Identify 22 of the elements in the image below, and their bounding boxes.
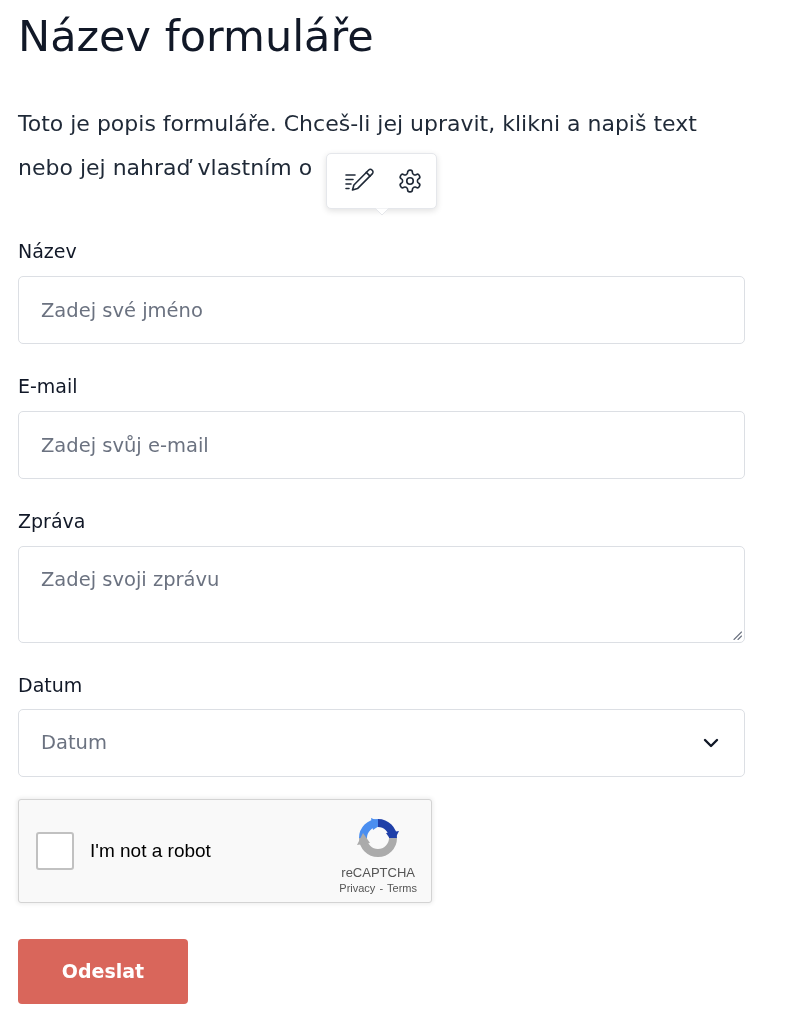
message-textarea-field[interactable]: Zadej svoji zprávu bbox=[18, 546, 745, 643]
text-input-field[interactable]: Zadej své jméno bbox=[18, 276, 745, 344]
submit-button[interactable]: Odeslat bbox=[18, 939, 188, 1004]
field-label: Datum bbox=[18, 673, 83, 698]
link-separator: - bbox=[379, 881, 384, 895]
description-line: nebo jej nahraď vlastním o bbox=[18, 154, 313, 182]
captcha-brand: reCAPTCHA bbox=[341, 865, 415, 881]
resize-handle-icon[interactable] bbox=[733, 631, 742, 640]
field-label: Zpráva bbox=[18, 509, 86, 534]
description-line: Toto je popis formuláře. Chceš-li jej upravit, klikni a napiš text bbox=[18, 110, 697, 138]
checkbox[interactable] bbox=[36, 832, 74, 870]
chevron-down-icon bbox=[703, 738, 719, 748]
edit-text-icon[interactable] bbox=[344, 168, 375, 194]
field-label: Název bbox=[18, 239, 77, 264]
terms-link[interactable]: Terms bbox=[387, 881, 417, 895]
form-title: Název formuláře bbox=[18, 12, 374, 60]
date-select[interactable]: Datum bbox=[18, 709, 745, 777]
privacy-link[interactable]: Privacy bbox=[339, 881, 376, 895]
captcha-label: I'm not a robot bbox=[90, 838, 211, 863]
settings-icon[interactable] bbox=[396, 168, 423, 194]
field-label: E-mail bbox=[18, 374, 78, 399]
text-input-field[interactable]: Zadej svůj e-mail bbox=[18, 411, 745, 479]
